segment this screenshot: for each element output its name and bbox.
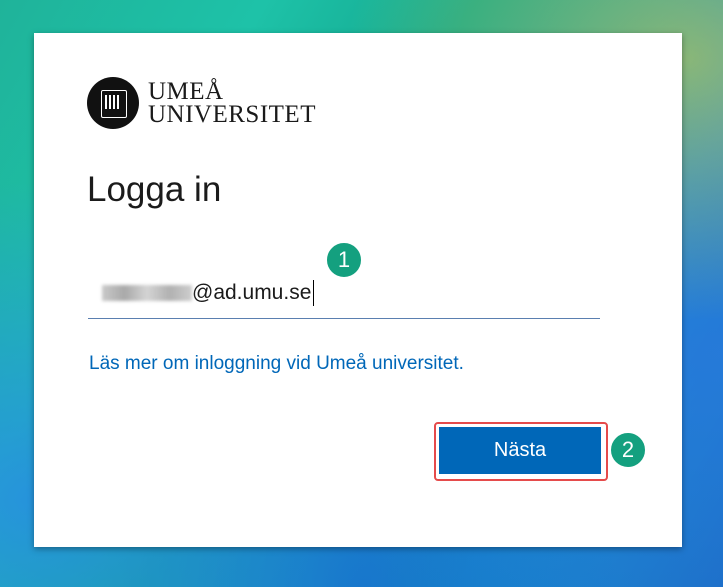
step-badge-1: 1 [325, 241, 363, 279]
learn-more-link[interactable]: Läs mer om inloggning vid Umeå universit… [89, 353, 464, 375]
text-caret [313, 280, 315, 306]
next-button[interactable]: Nästa [439, 427, 601, 474]
logo-line2: UNIVERSITET [148, 101, 316, 128]
umea-university-seal-icon [87, 77, 139, 129]
signin-dialog: UMEÅ UNIVERSITET Logga in @ad.umu.se Läs… [34, 33, 682, 547]
university-logo: UMEÅ UNIVERSITET [87, 77, 316, 129]
logo-text: UMEÅ UNIVERSITET [148, 78, 316, 128]
redacted-username [102, 285, 192, 301]
email-domain-text: @ad.umu.se [192, 281, 312, 304]
step-badge-2: 2 [609, 431, 647, 469]
logo-line1: UMEÅ [148, 78, 224, 105]
page-title: Logga in [87, 170, 222, 209]
